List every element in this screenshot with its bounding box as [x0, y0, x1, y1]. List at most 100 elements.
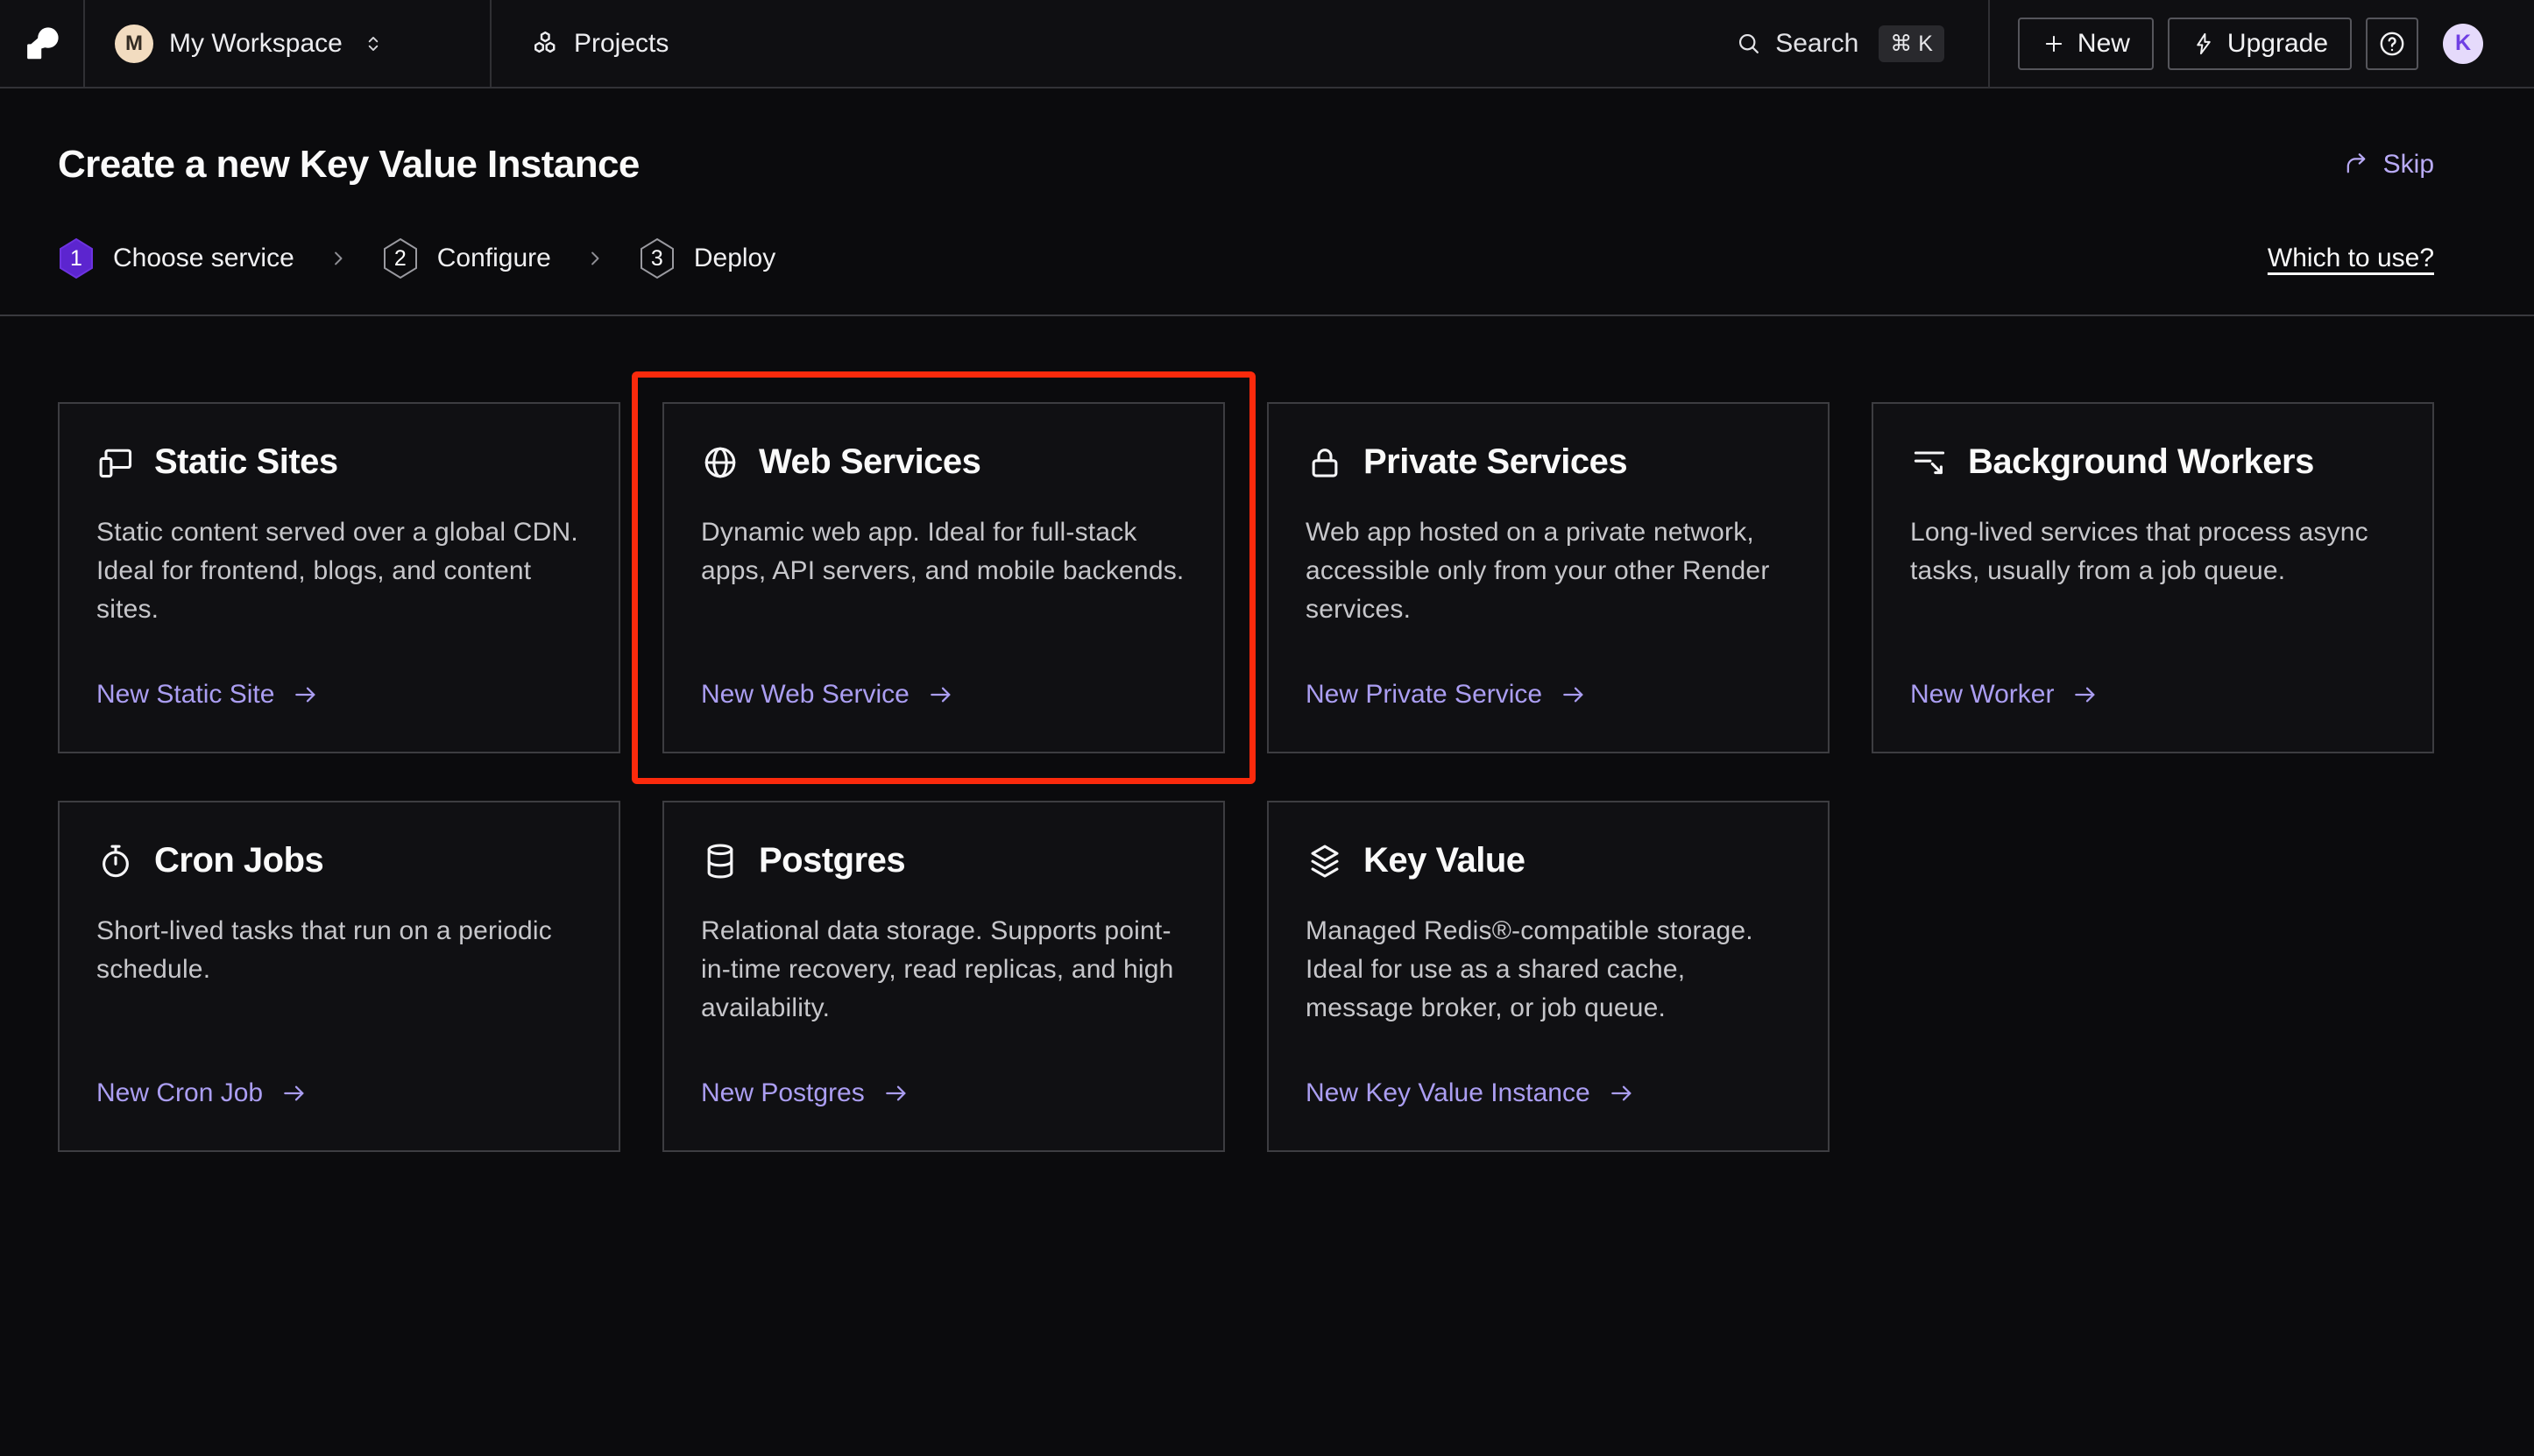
step-3-hexagon: 3	[639, 237, 676, 279]
chevron-right-icon	[583, 246, 607, 271]
card-link-label: New Private Service	[1306, 680, 1542, 710]
top-bar-right: Search ⌘ K New Upgrade K	[1735, 0, 2534, 87]
top-bar: M My Workspace Projects Search ⌘ K New U…	[0, 0, 2534, 88]
search-shortcut-badge: ⌘ K	[1879, 25, 1944, 62]
step-choose-service: 1 Choose service	[58, 237, 294, 279]
card-title: Cron Jobs	[154, 841, 323, 880]
search-icon	[1735, 30, 1762, 57]
card-link-label: New Key Value Instance	[1306, 1078, 1590, 1108]
card-title: Static Sites	[154, 442, 338, 482]
card-description: Managed Redis®-compatible storage. Ideal…	[1306, 912, 1791, 1028]
bolt-icon	[2191, 32, 2216, 56]
card-title: Background Workers	[1968, 442, 2314, 482]
skip-label: Skip	[2383, 150, 2434, 180]
database-icon	[701, 842, 740, 880]
projects-label: Projects	[574, 29, 669, 59]
card: Static Sites Static content served over …	[58, 402, 620, 753]
arrow-right-icon	[882, 1079, 910, 1107]
new-private-service-link[interactable]: New Private Service	[1306, 680, 1791, 710]
service-card-postgres: Postgres Relational data storage. Suppor…	[662, 801, 1225, 1152]
wizard-steps: 1 Choose service 2 Configure 3 Deploy	[58, 237, 2434, 279]
upgrade-button[interactable]: Upgrade	[2168, 18, 2352, 70]
card-title: Postgres	[759, 841, 905, 880]
render-dashboard: M My Workspace Projects Search ⌘ K New U…	[0, 0, 2534, 1456]
new-button[interactable]: New	[2018, 18, 2154, 70]
card: Background Workers Long-lived services t…	[1872, 402, 2434, 753]
card-description: Web app hosted on a private network, acc…	[1306, 513, 1791, 629]
new-postgres-link[interactable]: New Postgres	[701, 1078, 1186, 1108]
service-card-web-services: Web Services Dynamic web app. Ideal for …	[662, 402, 1225, 753]
step-1-label: Choose service	[113, 244, 294, 273]
workspace-name: My Workspace	[169, 29, 343, 59]
arrow-right-icon	[1560, 681, 1588, 709]
service-card-background-workers: Background Workers Long-lived services t…	[1872, 402, 2434, 753]
help-button[interactable]	[2366, 18, 2418, 70]
card-description: Long-lived services that process async t…	[1910, 513, 2396, 590]
arrow-right-icon	[280, 1079, 308, 1107]
user-avatar[interactable]: K	[2443, 24, 2483, 64]
layers-icon	[1306, 842, 1344, 880]
service-card-key-value: Key Value Managed Redis®-compatible stor…	[1267, 801, 1830, 1152]
chevron-right-icon	[326, 246, 350, 271]
unfold-chevron-icon	[362, 32, 385, 55]
wizard-header: Create a new Key Value Instance Skip 1 C…	[0, 88, 2534, 316]
step-deploy: 3 Deploy	[639, 237, 775, 279]
new-key-value-instance-link[interactable]: New Key Value Instance	[1306, 1078, 1791, 1108]
card-link-label: New Postgres	[701, 1078, 865, 1108]
new-cron-job-link[interactable]: New Cron Job	[96, 1078, 582, 1108]
step-3-number: 3	[639, 237, 676, 279]
new-web-service-link[interactable]: New Web Service	[701, 680, 1186, 710]
question-circle-icon	[2377, 29, 2407, 59]
search-label: Search	[1775, 29, 1858, 59]
card-title: Key Value	[1363, 841, 1525, 880]
step-2-hexagon: 2	[382, 237, 419, 279]
card-link-label: New Web Service	[701, 680, 910, 710]
card-link-label: New Cron Job	[96, 1078, 263, 1108]
workspace-avatar: M	[115, 25, 153, 63]
card: Cron Jobs Short-lived tasks that run on …	[58, 801, 620, 1152]
list-arrow-icon	[1910, 443, 1949, 482]
stopwatch-icon	[96, 842, 135, 880]
which-to-use-link[interactable]: Which to use?	[2268, 244, 2434, 273]
projects-icon	[530, 29, 560, 59]
projects-nav[interactable]: Projects	[492, 0, 669, 87]
search-button[interactable]: Search ⌘ K	[1735, 25, 1944, 62]
workspace-switcher[interactable]: M My Workspace	[85, 0, 490, 87]
card-description: Static content served over a global CDN.…	[96, 513, 582, 629]
arrow-right-icon	[927, 681, 955, 709]
arrow-right-icon	[1608, 1079, 1636, 1107]
render-logo[interactable]	[0, 0, 83, 87]
card: Key Value Managed Redis®-compatible stor…	[1267, 801, 1830, 1152]
card-title: Private Services	[1363, 442, 1627, 482]
card-description: Short-lived tasks that run on a periodic…	[96, 912, 582, 989]
lock-icon	[1306, 443, 1344, 482]
card-link-label: New Static Site	[96, 680, 274, 710]
step-1-number: 1	[58, 237, 95, 279]
divider	[1988, 0, 1990, 88]
step-2-number: 2	[382, 237, 419, 279]
step-3-label: Deploy	[694, 244, 775, 273]
service-card-private-services: Private Services Web app hosted on a pri…	[1267, 402, 1830, 753]
service-cards-grid: Static Sites Static content served over …	[0, 316, 2534, 1152]
card: Postgres Relational data storage. Suppor…	[662, 801, 1225, 1152]
skip-button[interactable]: Skip	[2343, 150, 2434, 180]
card-description: Relational data storage. Supports point-…	[701, 912, 1186, 1028]
card-description: Dynamic web app. Ideal for full-stack ap…	[701, 513, 1186, 590]
step-1-hexagon: 1	[58, 237, 95, 279]
step-2-label: Configure	[437, 244, 551, 273]
card-title: Web Services	[759, 442, 980, 482]
new-worker-link[interactable]: New Worker	[1910, 680, 2396, 710]
page-title: Create a new Key Value Instance	[58, 143, 640, 187]
service-card-cron-jobs: Cron Jobs Short-lived tasks that run on …	[58, 801, 620, 1152]
arrow-right-icon	[292, 681, 320, 709]
arrow-right-icon	[2071, 681, 2099, 709]
new-static-site-link[interactable]: New Static Site	[96, 680, 582, 710]
render-logo-icon	[22, 24, 62, 64]
skip-arrow-icon	[2343, 152, 2370, 179]
card: Web Services Dynamic web app. Ideal for …	[662, 402, 1225, 753]
step-configure: 2 Configure	[382, 237, 551, 279]
service-card-static-sites: Static Sites Static content served over …	[58, 402, 620, 753]
devices-icon	[96, 443, 135, 482]
card: Private Services Web app hosted on a pri…	[1267, 402, 1830, 753]
plus-icon	[2042, 32, 2066, 56]
